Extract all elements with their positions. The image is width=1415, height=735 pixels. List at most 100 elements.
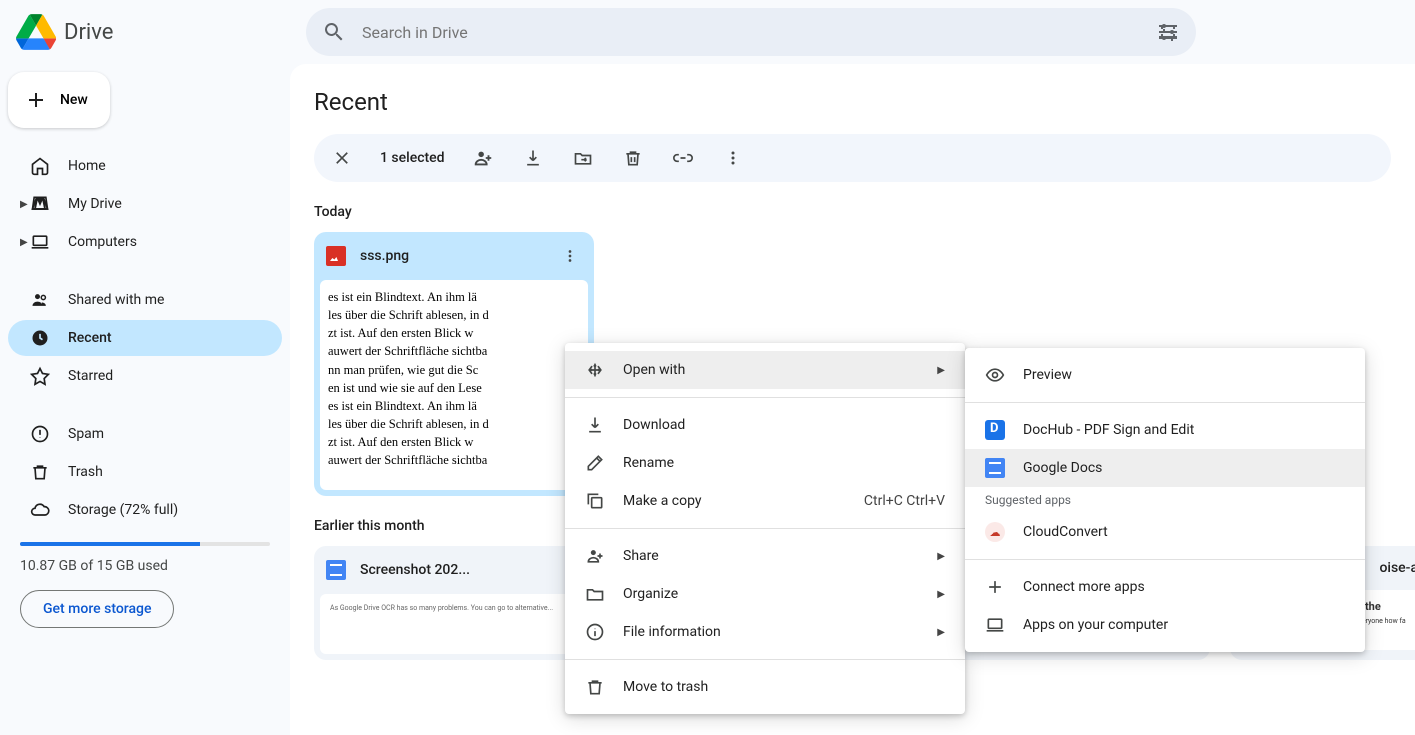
share-person-icon (585, 546, 605, 566)
menu-item-label: File information (623, 624, 721, 640)
expand-chevron-icon[interactable]: ▶ (20, 199, 30, 210)
sidebar-item-recent[interactable]: Recent (8, 320, 282, 356)
link-icon[interactable] (671, 146, 695, 170)
folder-icon (585, 584, 605, 604)
get-more-storage-button[interactable]: Get more storage (20, 590, 174, 628)
expand-chevron-icon[interactable]: ▶ (20, 237, 30, 248)
drive-logo-icon (16, 12, 56, 52)
file-card[interactable]: Screenshot 202... As Google Drive OCR ha… (314, 546, 594, 660)
sidebar-item-home[interactable]: Home (8, 148, 282, 184)
dochub-icon (985, 420, 1005, 440)
menu-separator (965, 559, 1365, 560)
submenu-item-dochub[interactable]: DocHub - PDF Sign and Edit (965, 411, 1365, 449)
drive-icon (28, 194, 52, 214)
trash-icon (585, 677, 605, 697)
menu-item-label: Make a copy (623, 493, 702, 509)
share-person-icon[interactable] (471, 146, 495, 170)
keyboard-shortcut: Ctrl+C Ctrl+V (864, 493, 945, 509)
menu-item-label: Share (623, 548, 659, 564)
cloud-icon (28, 500, 52, 520)
submenu-item-preview[interactable]: Preview (965, 356, 1365, 394)
submenu-item-label: Google Docs (1023, 460, 1102, 476)
menu-item-rename[interactable]: Rename (565, 444, 965, 482)
menu-item-download[interactable]: Download (565, 406, 965, 444)
laptop-icon (28, 232, 52, 252)
search-bar[interactable] (306, 8, 1196, 56)
clock-icon (28, 328, 52, 348)
menu-separator (565, 659, 965, 660)
file-thumbnail: es ist ein Blindtext. An ihm lä les über… (320, 280, 588, 490)
delete-icon[interactable] (621, 146, 645, 170)
sidebar-item-label: Storage (72% full) (68, 502, 178, 518)
app-name: Drive (64, 20, 113, 45)
file-more-icon[interactable] (558, 244, 582, 268)
submenu-item-connect-apps[interactable]: Connect more apps (965, 568, 1365, 606)
menu-item-organize[interactable]: Organize ▶ (565, 575, 965, 613)
plus-icon (24, 88, 48, 112)
submenu-item-label: Apps on your computer (1023, 617, 1168, 633)
new-button[interactable]: New (8, 72, 110, 128)
spam-icon (28, 424, 52, 444)
submenu-item-label: DocHub - PDF Sign and Edit (1023, 422, 1194, 438)
sidebar-item-label: Home (68, 158, 106, 174)
cloudconvert-icon: ☁ (985, 522, 1005, 542)
menu-item-label: Move to trash (623, 679, 708, 695)
search-icon[interactable] (322, 20, 346, 44)
submenu-arrow-icon: ▶ (937, 551, 945, 562)
close-selection-icon[interactable] (330, 146, 354, 170)
sidebar-item-shared[interactable]: Shared with me (8, 282, 282, 318)
plus-icon (985, 577, 1005, 597)
submenu-item-google-docs[interactable]: Google Docs (965, 449, 1365, 487)
menu-item-open-with[interactable]: Open with ▶ (565, 351, 965, 389)
selection-toolbar: 1 selected (314, 134, 1391, 182)
laptop-icon (985, 615, 1005, 635)
menu-item-make-copy[interactable]: Make a copy Ctrl+C Ctrl+V (565, 482, 965, 520)
info-icon (585, 622, 605, 642)
search-input[interactable] (362, 23, 1140, 42)
people-icon (28, 290, 52, 310)
menu-separator (965, 402, 1365, 403)
home-icon (28, 156, 52, 176)
sidebar-item-label: Spam (68, 426, 104, 442)
menu-separator (565, 528, 965, 529)
submenu-item-apps-on-computer[interactable]: Apps on your computer (965, 606, 1365, 644)
sidebar-item-label: Starred (68, 368, 113, 384)
sidebar-item-spam[interactable]: Spam (8, 416, 282, 452)
context-menu: Open with ▶ Download Rename Make a copy … (565, 343, 965, 714)
sidebar-item-label: Shared with me (68, 292, 164, 308)
menu-item-file-info[interactable]: File information ▶ (565, 613, 965, 651)
menu-item-label: Rename (623, 455, 674, 471)
submenu-item-label: CloudConvert (1023, 524, 1108, 540)
new-button-label: New (60, 92, 88, 108)
menu-separator (565, 397, 965, 398)
search-options-icon[interactable] (1156, 20, 1180, 44)
sidebar-item-trash[interactable]: Trash (8, 454, 282, 490)
download-icon (585, 415, 605, 435)
move-icon[interactable] (571, 146, 595, 170)
menu-item-label: Organize (623, 586, 678, 602)
trash-icon (28, 462, 52, 482)
menu-item-label: Download (623, 417, 685, 433)
sidebar-item-my-drive[interactable]: ▶ My Drive (8, 186, 282, 222)
submenu-arrow-icon: ▶ (937, 589, 945, 600)
logo-block[interactable]: Drive (16, 12, 306, 52)
copy-icon (585, 491, 605, 511)
submenu-item-label: Connect more apps (1023, 579, 1145, 595)
file-thumbnail: As Google Drive OCR has so many problems… (320, 594, 588, 654)
submenu-arrow-icon: ▶ (937, 627, 945, 638)
file-card-selected[interactable]: sss.png es ist ein Blindtext. An ihm lä … (314, 232, 594, 496)
sidebar-item-starred[interactable]: Starred (8, 358, 282, 394)
more-icon[interactable] (721, 146, 745, 170)
menu-item-move-to-trash[interactable]: Move to trash (565, 668, 965, 706)
download-icon[interactable] (521, 146, 545, 170)
file-name: Screenshot 202... (360, 562, 544, 578)
menu-item-share[interactable]: Share ▶ (565, 537, 965, 575)
sidebar-item-storage[interactable]: Storage (72% full) (8, 492, 282, 528)
sidebar-item-computers[interactable]: ▶ Computers (8, 224, 282, 260)
submenu-item-label: Preview (1023, 367, 1072, 383)
submenu-item-cloudconvert[interactable]: ☁ CloudConvert (965, 513, 1365, 551)
menu-item-label: Open with (623, 362, 685, 378)
sidebar-item-label: Trash (68, 464, 103, 480)
page-title: Recent (314, 88, 1391, 116)
header: Drive (0, 0, 1415, 64)
